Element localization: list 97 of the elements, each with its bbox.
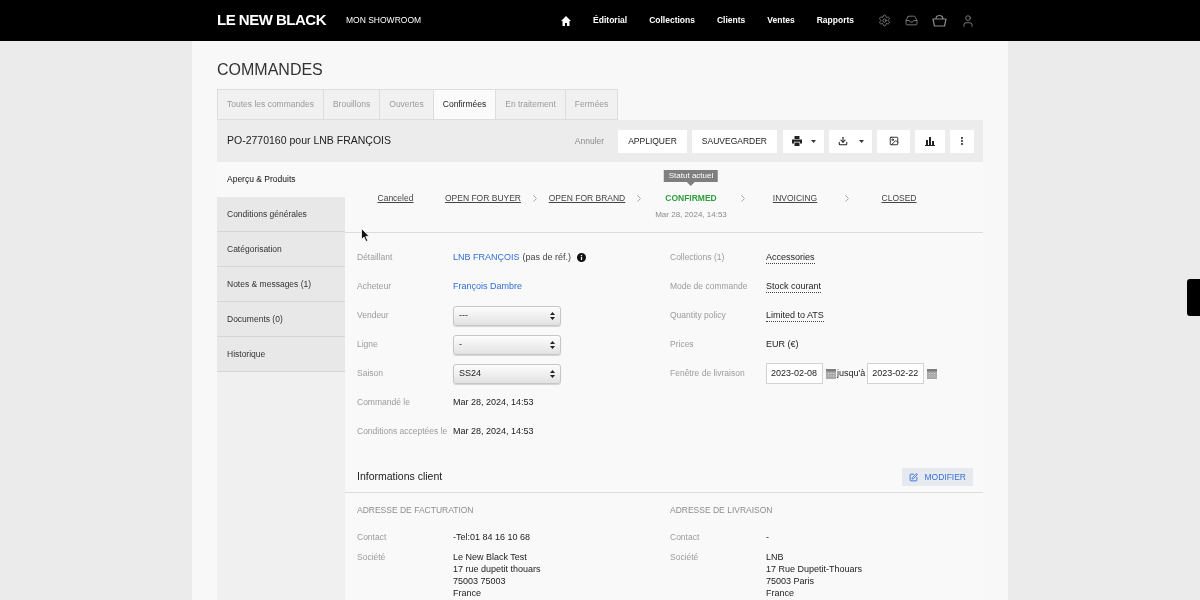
- image-button[interactable]: [877, 129, 910, 153]
- download-icon: [837, 136, 848, 146]
- date-field[interactable]: 2023-02-08: [766, 363, 823, 384]
- chart-button[interactable]: [915, 129, 945, 153]
- calendar-icon[interactable]: [826, 368, 836, 379]
- nav-link[interactable]: Ventes: [767, 14, 795, 27]
- printer-icon: [791, 136, 802, 146]
- updown-icon: [550, 340, 555, 349]
- field-label: Contact: [357, 531, 388, 543]
- address-line: France: [766, 587, 795, 599]
- field-label: Saison: [357, 367, 384, 380]
- section-title: Informations client: [357, 469, 443, 485]
- status-step[interactable]: CLOSED: [881, 193, 917, 203]
- dotted-link[interactable]: Stock courant: [766, 280, 822, 293]
- dotted-link[interactable]: Limited to ATS: [766, 309, 824, 322]
- select-field[interactable]: -: [453, 334, 561, 355]
- sidebar-item[interactable]: Catégorisation: [217, 232, 345, 267]
- address-line: 17 rue dupetit thouars: [453, 563, 541, 575]
- order-title: PO-2770160 pour LNB FRANÇOIS: [227, 133, 391, 149]
- select-field[interactable]: ---: [453, 305, 561, 326]
- status-step[interactable]: INVOICING: [772, 193, 818, 203]
- address-line: LNB: [766, 551, 785, 563]
- header-button[interactable]: SAUVEGARDER: [691, 129, 777, 153]
- chevron-right-icon: [533, 195, 537, 202]
- nav-link[interactable]: Collections: [649, 14, 695, 27]
- bar-chart-icon: [925, 136, 935, 146]
- chevron-right-icon: [637, 195, 641, 202]
- field-label: Mode de commande: [670, 280, 749, 293]
- print-button[interactable]: [783, 129, 824, 153]
- basket-icon[interactable]: [932, 14, 947, 27]
- inbox-icon[interactable]: [905, 14, 918, 27]
- updown-icon: [550, 311, 555, 320]
- field-value: EUR (€): [766, 337, 799, 351]
- user-icon[interactable]: [961, 13, 975, 28]
- address-line: 17 Rue Dupetit-Thouars: [766, 563, 863, 575]
- address-line: 75003 75003: [453, 575, 507, 587]
- caret-icon: [810, 139, 816, 143]
- field-label: Conditions acceptées le: [357, 425, 449, 438]
- field-value: Mar 28, 2024, 14:53: [453, 395, 534, 409]
- field-label: Contact: [670, 531, 701, 543]
- address-line: France: [453, 587, 482, 599]
- date-separator: jusqu'à: [837, 366, 866, 380]
- updown-icon: [550, 369, 555, 378]
- step-date: Mar 28, 2024, 14:53: [655, 210, 727, 220]
- image-icon: [888, 136, 899, 146]
- address-line: -: [766, 531, 769, 543]
- retailer-link[interactable]: LNB FRANÇOIS: [453, 250, 520, 265]
- brand-logo[interactable]: LE NEW BLACK: [217, 9, 326, 32]
- mouse-pointer-icon: [361, 228, 370, 242]
- sidebar-item[interactable]: Conditions générales: [217, 197, 345, 232]
- calendar-icon[interactable]: [927, 368, 938, 379]
- field-label: Ligne: [357, 338, 379, 351]
- status-tooltip: Statut actuel: [663, 170, 719, 186]
- sidebar-item[interactable]: Documents (0): [217, 302, 345, 337]
- address-heading: ADRESSE DE LIVRAISON: [670, 505, 774, 515]
- caret-icon: [858, 139, 864, 143]
- sidebar-item[interactable]: Historique: [217, 337, 345, 372]
- modify-button[interactable]: MODIFIER: [902, 468, 973, 486]
- field-value: Mar 28, 2024, 14:53: [453, 424, 534, 438]
- field-label: Société: [670, 551, 700, 564]
- info-icon[interactable]: [577, 253, 587, 262]
- dotted-link[interactable]: Accessories: [766, 251, 815, 264]
- chevron-right-icon: [845, 195, 849, 202]
- nav-link[interactable]: Clients: [716, 14, 746, 27]
- sidebar-item[interactable]: Notes & messages (1): [217, 267, 345, 302]
- field-label: Quantity policy: [670, 309, 727, 322]
- address-heading: ADRESSE DE FACTURATION: [357, 505, 475, 515]
- date-field[interactable]: 2023-02-22: [867, 363, 925, 384]
- status-step[interactable]: Canceled: [377, 193, 414, 203]
- address-line: 75003 Paris: [766, 575, 816, 587]
- buyer-link[interactable]: François Dambre: [453, 279, 523, 294]
- field-label: Acheteur: [357, 280, 393, 293]
- reference-note: (pas de réf.): [522, 250, 572, 264]
- address-line: -Tel:01 84 16 10 68: [453, 531, 531, 543]
- settings-icon[interactable]: [878, 14, 891, 27]
- field-label: Société: [357, 551, 387, 564]
- page-title: COMMANDES: [217, 60, 324, 80]
- home-icon[interactable]: [561, 15, 572, 26]
- status-step[interactable]: OPEN FOR BRAND: [548, 193, 626, 203]
- nav-link[interactable]: Éditorial: [593, 14, 628, 27]
- select-field[interactable]: SS24: [453, 363, 561, 384]
- field-label: Prices: [670, 338, 695, 351]
- edit-icon: [909, 472, 919, 482]
- address-line: Le New Black Test: [453, 551, 528, 563]
- field-label: Vendeur: [357, 309, 390, 322]
- field-label: Collections (1): [670, 251, 726, 264]
- nav-link[interactable]: Rapports: [816, 14, 854, 27]
- sidebar-item[interactable]: Aperçu & Produits: [217, 162, 345, 197]
- download-button[interactable]: [829, 129, 872, 153]
- chevron-right-icon: [741, 195, 745, 202]
- order-tab[interactable]: Confirmées: [432, 89, 497, 120]
- header-button[interactable]: APPLIQUER: [618, 129, 687, 153]
- field-label: Détaillant: [357, 251, 394, 264]
- showroom-label[interactable]: MON SHOWROOM: [346, 14, 422, 27]
- status-step[interactable]: OPEN FOR BUYER: [444, 193, 521, 203]
- field-label: Commandé le: [357, 396, 411, 409]
- field-label: Fenêtre de livraison: [670, 367, 746, 380]
